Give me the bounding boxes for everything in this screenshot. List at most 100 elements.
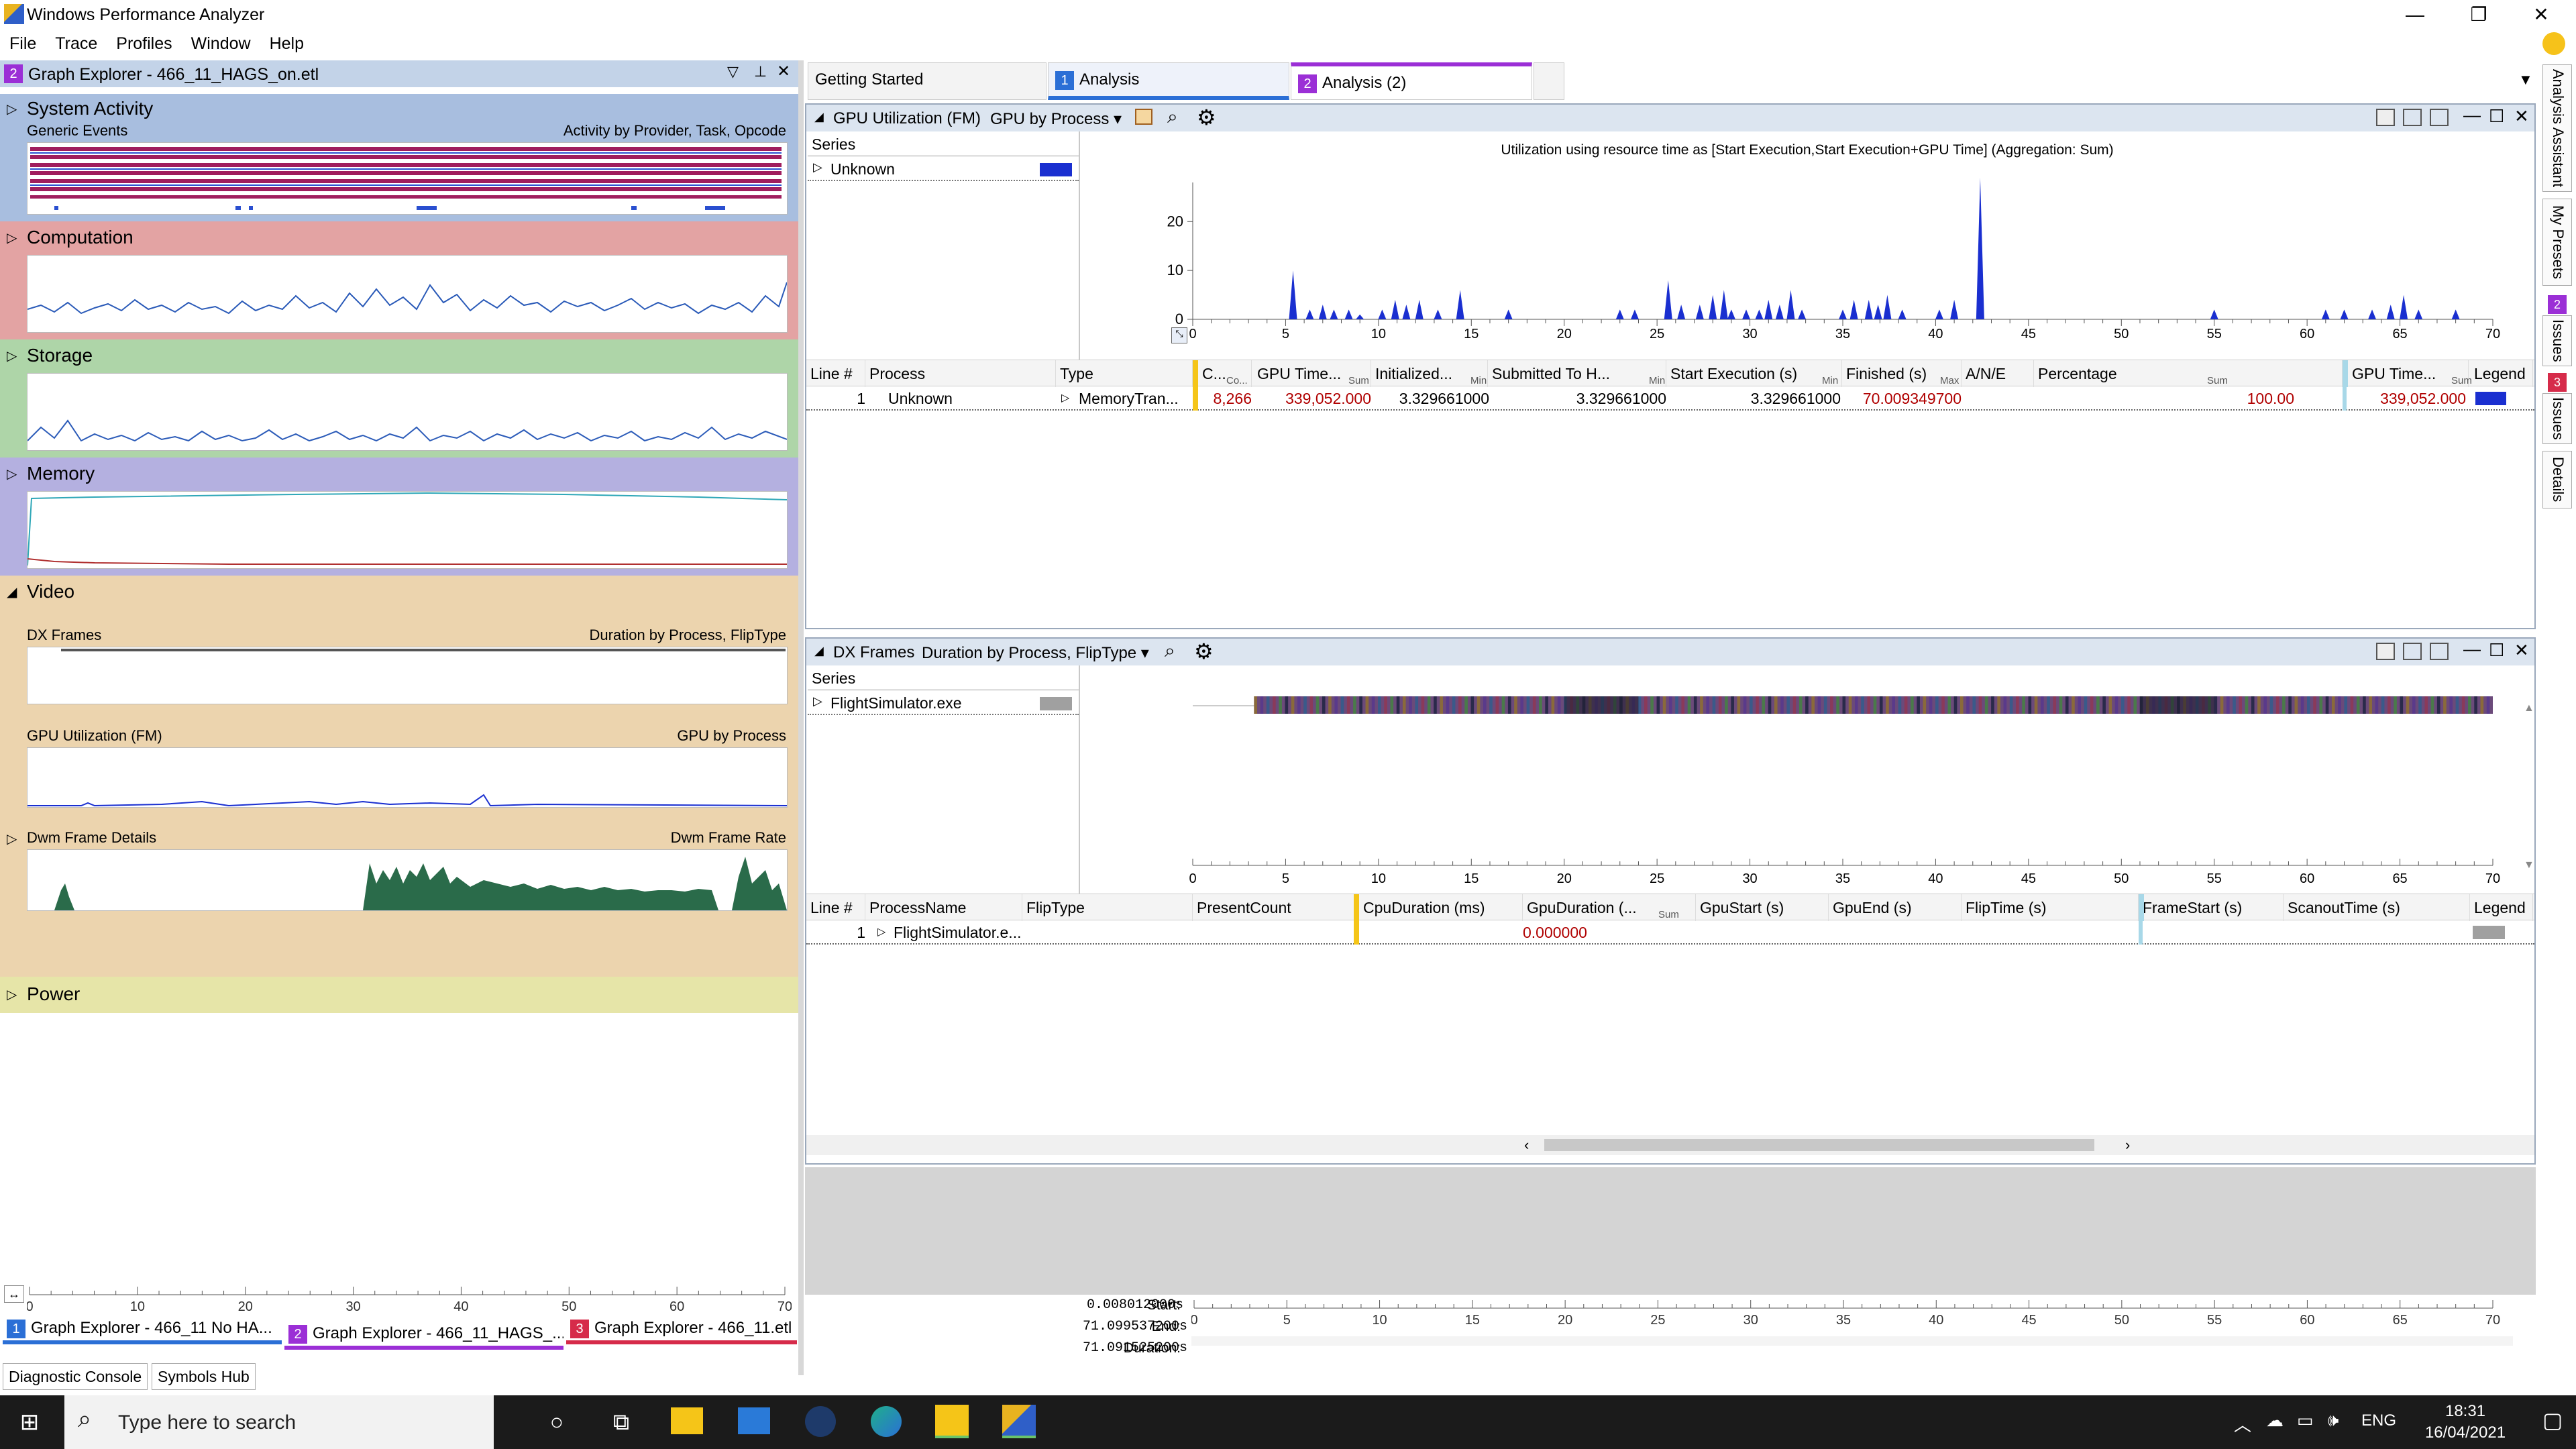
onedrive-icon[interactable]: ☁ <box>2266 1410 2284 1431</box>
diagnostic-console-button[interactable]: Diagnostic Console <box>3 1363 148 1390</box>
dx-frames-thumbnail[interactable] <box>27 647 788 704</box>
gear-icon[interactable]: ⚙ <box>1194 639 1214 664</box>
pane-splitter[interactable] <box>798 60 804 1375</box>
display-graph-table-icon[interactable] <box>2376 643 2395 660</box>
expand-icon[interactable]: ▷ <box>7 347 17 364</box>
memory-thumbnail[interactable] <box>27 491 788 569</box>
display-graph-icon[interactable] <box>2403 643 2422 660</box>
column-header[interactable]: Legend <box>2470 894 2533 921</box>
collapse-icon[interactable]: ◢ <box>814 110 824 124</box>
column-header[interactable]: A/N/E <box>1962 360 2034 387</box>
graph-explorer-tab-2[interactable]: 2 Graph Explorer - 466_11_HAGS_... <box>284 1320 564 1350</box>
grouping-bar[interactable] <box>2139 894 2144 921</box>
grouping-bar[interactable] <box>1354 894 1359 921</box>
generic-events-thumbnail[interactable] <box>27 142 788 215</box>
expand-icon[interactable]: ▷ <box>877 920 885 945</box>
column-header[interactable]: GpuEnd (s) <box>1829 894 1962 921</box>
volume-icon[interactable]: 🕪 <box>2328 1410 2339 1432</box>
side-tab-issues-2[interactable]: Issues <box>2542 315 2572 366</box>
tab-analysis[interactable]: 1 Analysis <box>1048 62 1289 100</box>
network-icon[interactable]: ▭ <box>2297 1410 2314 1431</box>
scroll-left-icon[interactable]: ‹ <box>1524 1136 1529 1154</box>
search-box[interactable]: ⌕ Type here to search <box>64 1395 494 1449</box>
column-header[interactable]: FlipTime (s) <box>1962 894 2139 921</box>
display-graph-table-icon[interactable] <box>2376 109 2395 126</box>
steam-icon[interactable] <box>805 1406 836 1437</box>
column-header[interactable]: GpuStart (s) <box>1696 894 1829 921</box>
edge-icon[interactable] <box>871 1406 902 1437</box>
panel-close-icon[interactable]: ✕ <box>2514 106 2529 127</box>
series-item[interactable]: ▷ Unknown <box>808 156 1079 181</box>
table-row[interactable]: 1 Unknown ▷ MemoryTran... 8,266 339,052.… <box>806 386 2534 411</box>
menu-trace[interactable]: Trace <box>46 30 107 58</box>
minimize-button[interactable]: — <box>2388 0 2442 30</box>
mail-icon[interactable] <box>738 1407 770 1434</box>
language-indicator[interactable]: ENG <box>2361 1411 2396 1430</box>
tab-getting-started[interactable]: Getting Started <box>808 62 1046 100</box>
expand-icon[interactable]: ▷ <box>7 229 17 246</box>
column-header[interactable]: GPU Time... <box>2348 360 2469 387</box>
notifications-icon[interactable]: ▢ <box>2542 1407 2563 1433</box>
tab-analysis-2[interactable]: 2 Analysis (2) <box>1291 62 1532 100</box>
preset-dropdown[interactable]: GPU by Process ▾ <box>990 109 1122 129</box>
search-icon[interactable]: ⌕ <box>1167 106 1178 128</box>
menu-profiles[interactable]: Profiles <box>107 30 181 58</box>
gear-icon[interactable]: ⚙ <box>1197 105 1216 130</box>
dx-chart-area[interactable]: 0 5 10 15 20 25 30 35 40 45 50 55 60 65 70 ▲ ▼ <box>1081 667 2533 888</box>
windows-start-icon[interactable]: ⊞ <box>9 1402 50 1442</box>
preset-dropdown[interactable]: Duration by Process, FlipType ▾ <box>922 643 1149 663</box>
restore-button[interactable]: ❐ <box>2452 0 2506 30</box>
expand-icon[interactable]: ▷ <box>1061 386 1069 411</box>
panel-maximize-icon[interactable]: ☐ <box>2489 106 2504 127</box>
gpu-utilization-thumbnail[interactable] <box>27 747 788 808</box>
expand-icon[interactable]: ▷ <box>7 986 17 1003</box>
column-header[interactable]: CpuDuration (ms) <box>1359 894 1523 921</box>
series-item[interactable]: ▷ FlightSimulator.exe <box>808 690 1079 715</box>
clock[interactable]: 18:31 16/04/2021 <box>2415 1401 2516 1444</box>
column-header[interactable]: Type <box>1056 360 1193 387</box>
menu-help[interactable]: Help <box>260 30 313 58</box>
time-scrollbar[interactable] <box>1191 1336 2513 1346</box>
gpu-chart-area[interactable]: Utilization using resource time as [Star… <box>1081 133 2533 352</box>
column-header[interactable]: Start Execution (s) <box>1666 360 1842 387</box>
column-header[interactable]: Process <box>865 360 1056 387</box>
horizontal-scrollbar[interactable]: ‹ › <box>806 1135 2534 1155</box>
side-tab-issues-3[interactable]: Issues <box>2542 393 2572 444</box>
expand-icon[interactable]: ▷ <box>7 101 17 117</box>
scrollbar-thumb[interactable] <box>1544 1139 2094 1151</box>
column-header[interactable]: ScanoutTime (s) <box>2284 894 2470 921</box>
side-tab-analysis-assistant[interactable]: Analysis Assistant <box>2542 64 2572 192</box>
close-button[interactable]: ✕ <box>2514 0 2568 30</box>
chart-zoom-icon[interactable]: ⤡ <box>1171 327 1187 343</box>
panel-minimize-icon[interactable]: — <box>2463 105 2481 125</box>
tab-overflow-icon[interactable]: ▼ <box>2518 71 2533 89</box>
column-header[interactable]: PresentCount <box>1193 894 1359 921</box>
column-header[interactable]: Percentage <box>2034 360 2343 387</box>
wpa-taskbar-icon[interactable] <box>1002 1405 1036 1438</box>
collapse-icon[interactable]: ◢ <box>7 584 17 600</box>
scroll-right-icon[interactable]: › <box>2125 1136 2130 1154</box>
column-header[interactable]: Line # <box>806 894 865 921</box>
rockstar-launcher-icon[interactable] <box>935 1405 969 1438</box>
column-header[interactable]: ProcessName <box>865 894 1022 921</box>
cortana-icon[interactable]: ○ <box>537 1402 577 1442</box>
display-table-icon[interactable] <box>2430 643 2449 660</box>
column-header[interactable]: FrameStart (s) <box>2139 894 2284 921</box>
computation-thumbnail[interactable] <box>27 255 788 333</box>
expand-icon[interactable]: ▷ <box>813 694 822 708</box>
graph-explorer-tab-3[interactable]: 3 Graph Explorer - 466_11.etl <box>566 1315 797 1344</box>
dwm-frame-thumbnail[interactable] <box>27 849 788 911</box>
zoom-to-fit-icon[interactable]: ↔ <box>4 1285 24 1303</box>
side-tab-details[interactable]: Details <box>2542 451 2572 508</box>
grouping-bar[interactable] <box>1193 360 1198 387</box>
column-header[interactable]: Legend <box>2470 360 2533 387</box>
menu-file[interactable]: File <box>0 30 46 58</box>
panel-maximize-icon[interactable]: ☐ <box>2489 640 2504 661</box>
display-graph-icon[interactable] <box>2403 109 2422 126</box>
storage-thumbnail[interactable] <box>27 373 788 451</box>
new-tab-button[interactable] <box>1534 62 1564 100</box>
side-tab-my-presets[interactable]: My Presets <box>2542 199 2572 286</box>
column-header[interactable]: Submitted To H... <box>1488 360 1666 387</box>
column-header[interactable]: Line # <box>806 360 865 387</box>
search-icon[interactable]: ⌕ <box>1165 640 1175 662</box>
